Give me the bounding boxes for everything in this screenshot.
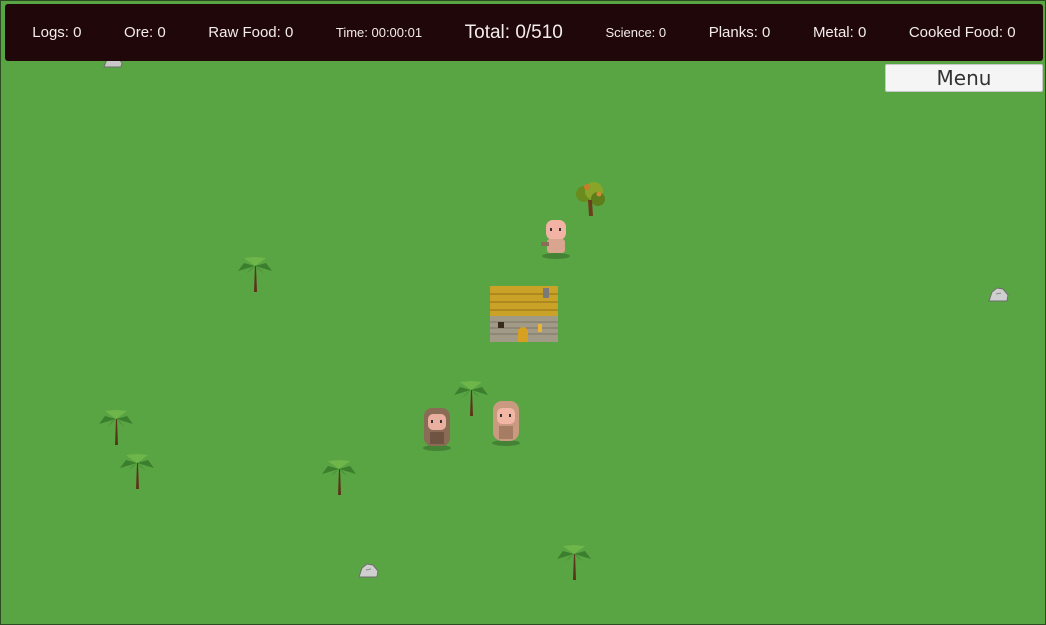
- time-display: Time: 00:00:01: [335, 25, 423, 40]
- game-viewport[interactable]: Logs: 0 Ore: 0 Raw Food: 0 Time: 00:00:0…: [0, 0, 1046, 625]
- villager-icon[interactable]: [487, 398, 525, 448]
- menu-button[interactable]: Menu: [885, 64, 1043, 92]
- palm-tree-icon[interactable]: [555, 542, 593, 582]
- house-icon[interactable]: [488, 286, 560, 344]
- total-counter: Total: 0/510: [464, 21, 563, 43]
- science-counter: Science: 0: [605, 25, 667, 40]
- rock-icon[interactable]: [987, 284, 1011, 304]
- resource-bar: Logs: 0 Ore: 0 Raw Food: 0 Time: 00:00:0…: [5, 4, 1043, 61]
- palm-tree-icon[interactable]: [236, 254, 274, 294]
- ore-counter: Ore: 0: [124, 24, 166, 41]
- rock-icon[interactable]: [357, 560, 381, 580]
- metal-counter: Metal: 0: [812, 24, 867, 41]
- palm-tree-icon[interactable]: [320, 457, 358, 497]
- villager-icon[interactable]: [537, 214, 575, 260]
- palm-tree-icon[interactable]: [452, 378, 490, 418]
- villager-icon[interactable]: [418, 404, 456, 452]
- bush-tree-icon[interactable]: [572, 180, 608, 218]
- palm-tree-icon[interactable]: [97, 407, 135, 447]
- cooked-food-counter: Cooked Food: 0: [908, 24, 1016, 41]
- logs-counter: Logs: 0: [32, 24, 82, 41]
- raw-food-counter: Raw Food: 0: [208, 24, 294, 41]
- palm-tree-icon[interactable]: [118, 451, 156, 491]
- planks-counter: Planks: 0: [708, 24, 771, 41]
